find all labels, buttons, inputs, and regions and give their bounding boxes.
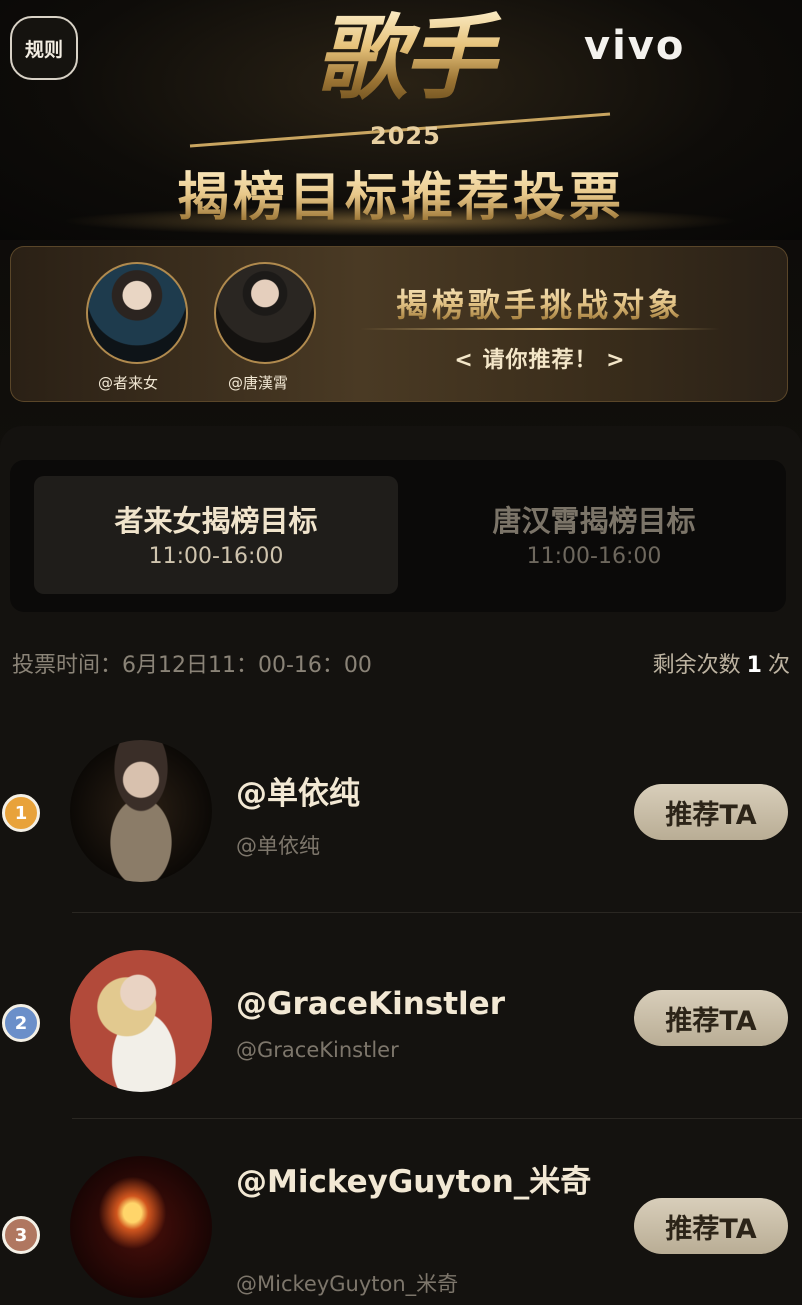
challenger-name-1: @者来女 <box>98 374 159 392</box>
tab-target-1[interactable]: 者来女揭榜目标 11:00-16:00 <box>34 476 398 594</box>
brand-logo: vivo <box>584 23 686 69</box>
tab-label: 唐汉霄揭榜目标 <box>492 504 696 538</box>
rules-label: 规则 <box>24 38 63 61</box>
candidate-row: 1 @单依纯 @单依纯 推荐TA <box>0 708 802 912</box>
show-logo: 歌手 <box>278 2 528 122</box>
divider-line <box>360 328 720 330</box>
recommend-cta[interactable]: < 请你推荐！ > <box>430 342 650 376</box>
challenger-name-2: @唐漢霄 <box>228 374 289 392</box>
vote-time: 投票时间：6月12日11：00-16：00 <box>12 653 372 678</box>
avatar <box>70 740 212 882</box>
remaining-label: 剩余次数 <box>652 653 741 678</box>
candidate-handle: @GraceKinstler <box>236 1038 399 1062</box>
challenge-title: 揭榜歌手挑战对象 <box>350 280 730 324</box>
header: 规则 歌手 2025 vivo 揭榜目标推荐投票 <box>0 0 802 240</box>
rank-badge: 1 <box>2 794 40 832</box>
tab-time: 11:00-16:00 <box>526 544 662 569</box>
challenge-card[interactable]: @者来女 @唐漢霄 揭榜歌手挑战对象 < 请你推荐！ > <box>10 246 788 402</box>
tab-target-2[interactable]: 唐汉霄揭榜目标 11:00-16:00 <box>412 476 776 594</box>
rank-badge: 2 <box>2 1004 40 1042</box>
row-divider <box>72 1118 802 1119</box>
banner-title: 揭榜目标推荐投票 <box>0 162 802 234</box>
rules-button[interactable]: 规则 <box>10 16 78 80</box>
remaining-count: 1 <box>746 653 762 678</box>
candidate-name: @GraceKinstler <box>236 986 505 1022</box>
recommend-button[interactable]: 推荐TA <box>634 1198 788 1254</box>
row-divider <box>72 912 802 913</box>
candidate-row: 3 @MickeyGuyton_米奇 @MickeyGuyton_米奇 推荐TA <box>0 1120 802 1305</box>
logo-text: 歌手 <box>278 2 528 114</box>
candidate-name: @单依纯 <box>236 776 360 812</box>
candidate-handle: @MickeyGuyton_米奇 <box>236 1272 459 1296</box>
challenger-avatar-2 <box>214 262 316 364</box>
tab-time: 11:00-16:00 <box>148 544 284 569</box>
logo-year: 2025 <box>370 122 441 150</box>
tab-label: 者来女揭榜目标 <box>114 504 318 538</box>
avatar <box>70 950 212 1092</box>
remaining-votes: 剩余次数 1 次 <box>606 648 790 684</box>
recommend-button[interactable]: 推荐TA <box>634 990 788 1046</box>
challenger-avatar-1 <box>86 262 188 364</box>
target-tabs: 者来女揭榜目标 11:00-16:00 唐汉霄揭榜目标 11:00-16:00 <box>10 460 786 612</box>
candidate-handle: @单依纯 <box>236 834 320 858</box>
recommend-button[interactable]: 推荐TA <box>634 784 788 840</box>
remaining-unit: 次 <box>767 653 790 678</box>
vote-page: 规则 歌手 2025 vivo 揭榜目标推荐投票 @者来女 @唐漢霄 揭榜歌手挑… <box>0 0 802 1305</box>
avatar <box>70 1156 212 1298</box>
rank-badge: 3 <box>2 1216 40 1254</box>
candidate-row: 2 @GraceKinstler @GraceKinstler 推荐TA <box>0 914 802 1118</box>
candidate-name: @MickeyGuyton_米奇 <box>236 1164 592 1200</box>
